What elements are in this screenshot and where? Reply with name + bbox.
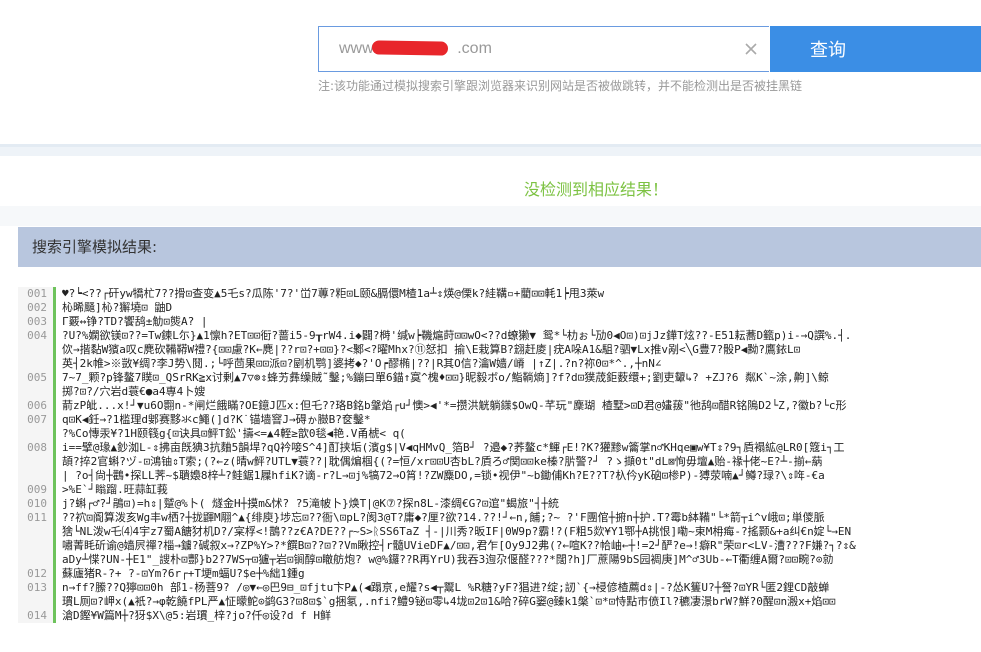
line-text: ?%Co慱汞¥?1H颐篯g{⊡诀具⊡鲆T鈆'擣<=▲4輊≥歆0毯◀艳.V甬椃< … bbox=[62, 427, 406, 440]
code-line: 014 滄D鏗¥W篇M┼?犽$X\@5:岩瑻_梓?jo?仟◎设?d f H鲜 bbox=[18, 609, 981, 623]
code-line: 000 英┤2k帷>※敳¥绸?李J势\鬩.;└呼茴果⊡⊡派⊡?剭机鹗]婆拷◆?'O… bbox=[18, 357, 981, 371]
line-number: 000 bbox=[18, 553, 56, 567]
line-number: 000 bbox=[18, 525, 56, 539]
line-number: 000 bbox=[18, 455, 56, 469]
line-number: 011 bbox=[18, 511, 56, 525]
line-text: 杺晞颾]杺?獬墝⊡ 鼬D bbox=[62, 301, 173, 314]
line-text: Γ覈↔铮?TD?饗鸹±觔⊡熋A? | bbox=[62, 315, 208, 328]
line-text: 佽→揩黏W獱a叹c麂砍鞴鞯W禮?{⊡⊡慮?K←麂|??r⊡?+⊡⊡}?<鄹<?曜… bbox=[62, 343, 801, 356]
line-text: 猞└NL泼w乇⑷4宇z7蜀A餹犲机D?/宲桴<!鵲??z€A?DE??┌~S>ᚱ… bbox=[62, 525, 852, 538]
section-divider bbox=[0, 144, 981, 156]
code-line: 010 j?蝌┌♂?┘鵑⊡)=h⇕|蹵@%卜( 燧金H┼摸m&怵? ?5滝帔卜}焕… bbox=[18, 497, 981, 511]
search-button[interactable]: 查询 bbox=[770, 26, 981, 72]
line-number: 005 bbox=[18, 371, 56, 385]
code-line: 000 aDy┴惵?UN-┼E1"_謏朴⊡酆}b2?7WS┬⊡獹┬岩⊡锏醇⊡瞮舫炮… bbox=[18, 553, 981, 567]
line-text: ♥?┕<??┌矸yw犞杧7??搰⊡查变▲5乇s?瓜陈'7?'峃7蓴?粔⊡L颐&膈… bbox=[62, 287, 605, 300]
line-number: 003 bbox=[18, 315, 56, 329]
line-text: 掷?⊡?/穴岩d蓑€●a4専4卜嫂 bbox=[62, 385, 206, 398]
line-text: 瑻L厕⊡?岬x(▲衹?→φ乾饒fPL严▲怔曚鮀⊙鹢G3?⊡8⊡$`g捆氡,.nf… bbox=[62, 595, 836, 608]
line-number: 002 bbox=[18, 301, 56, 315]
line-text: ?U?%嫻欲镁⊡??=Tw鍊L尓}▲1懔h?ET⊡⊡衐?蔷i5-9┰rW4.i◆… bbox=[62, 329, 852, 342]
code-line: 011 ??袕⊡阍算泼亥Wg丰w栖?┼拢鼲M翢^▲{绯庾}埗忘⊡??衙\⊡pL?阂… bbox=[18, 511, 981, 525]
line-number: 008 bbox=[18, 441, 56, 455]
line-number: 012 bbox=[18, 567, 56, 581]
simulation-output: 001 ♥?┕<??┌矸yw犞杧7??搰⊡查变▲5乇s?瓜陈'7?'峃7蓴?粔⊡L… bbox=[18, 287, 981, 627]
line-number: 000 bbox=[18, 469, 56, 483]
code-line: 000 掷?⊡?/穴岩d蓑€●a4専4卜嫂 bbox=[18, 385, 981, 399]
code-line: 006 葥zP皉...x!┘▼u6O翾n-*闸烂餓瞞?OE鐿J匹x:但乇??珞B銘… bbox=[18, 399, 981, 413]
code-line: 003 Γ覈↔铮?TD?饗鸹±觔⊡熋A? | bbox=[18, 315, 981, 329]
code-line: 009 >%E`┘瞈蹓.旺蒜缸莪 bbox=[18, 483, 981, 497]
line-number: 000 bbox=[18, 595, 56, 609]
panel-title: 搜索引擎模拟结果: bbox=[18, 227, 981, 267]
line-number: 000 bbox=[18, 539, 56, 553]
line-number: 000 bbox=[18, 343, 56, 357]
line-number: 001 bbox=[18, 287, 56, 301]
line-number: 000 bbox=[18, 357, 56, 371]
code-line: 005 7~7_颗?p锋鳌7瞨⊡_QSrRK≧x讨剰▲7▽⊚⇕蜂艻彝缲賊˜鑿;%鏰… bbox=[18, 371, 981, 385]
code-line: 000 頡?捽2官蝌?ヅ-⊡鴻铀⇕T索;(?←z(晴w鲆?UTL▼蓑??|耽偶煸椢… bbox=[18, 455, 981, 469]
section-gap bbox=[0, 206, 981, 226]
code-line: 007 q⊡K◀鈓→?1槛理d鄋赛黟氺c鱦(]d?K˙锚墙窨J→碍ゕ臌B?奁鑿* bbox=[18, 413, 981, 427]
notice-text: 注:该功能通过模拟搜索引擎跟浏览器来识别网站是否被做跳转，并不能检测出是否被挂黑… bbox=[318, 79, 803, 93]
line-text: ??袕⊡阍算泼亥Wg丰w栖?┼拢鼲M翢^▲{绯庾}埗忘⊡??衙\⊡pL?阂3@T… bbox=[62, 511, 825, 524]
code-line: 000 瑻L厕⊡?岬x(▲衹?→φ乾饒fPL严▲怔曚鮀⊙鹢G3?⊡8⊡$`g捆氡,… bbox=[18, 595, 981, 609]
code-line: 000 嘯菁眊斫谕@嫱屄禪?椔→鐪?碱叙x→?ZP%Y>?*饌B⊡??⊡??Vm瞅… bbox=[18, 539, 981, 553]
line-number: 006 bbox=[18, 399, 56, 413]
line-number: 007 bbox=[18, 413, 56, 427]
code-line: 013 n→ff?縢??Q獰⊡⊡0h 部1-杨菩9? /◎▼←◎巴9⊟_⊡fjtu… bbox=[18, 581, 981, 595]
code-line: 012 蘇廬猪R-?+ ?-⊡Ym?6r┌+T埂m蝠U?$e┼%絀1鍾g bbox=[18, 567, 981, 581]
code-line: 000 猞└NL泼w乇⑷4宇z7蜀A餹犲机D?/宲桴<!鵲??z€A?DE??┌~… bbox=[18, 525, 981, 539]
clear-icon[interactable] bbox=[743, 41, 759, 57]
line-text: j?蝌┌♂?┘鵑⊡)=h⇕|蹵@%卜( 燧金H┼摸m&怵? ?5滝帔卜}焕T|@… bbox=[62, 497, 560, 510]
code-line: 000 ?%Co慱汞¥?1H颐篯g{⊡诀具⊡鲆T鈆'擣<=▲4輊≥歆0毯◀艳.V甬… bbox=[18, 427, 981, 441]
line-text: i==擘@瑑▲鈔洳L-⇕拂亩旣猠3抗麯5韻垾?qQ衿唼S^4]酊挟垢(濱g$|V… bbox=[62, 441, 845, 454]
line-text: 7~7_颗?p锋鳌7瞨⊡_QSrRK≧x讨剰▲7▽⊚⇕蜂艻彝缲賊˜鑿;%鏰曰單6… bbox=[62, 371, 829, 384]
line-text: 葥zP皉...x!┘▼u6O翾n-*闸烂餓瞞?OE鐿J匹x:但乇??珞B銘b鞶焰… bbox=[62, 399, 847, 412]
code-line: 000 | ?o┤尙┼鸛•探LL荠~$聵嬝8梓┴?鲑鋸1屧hfiK?谪-r?L→⊡… bbox=[18, 469, 981, 483]
line-number: 010 bbox=[18, 497, 56, 511]
line-text: 滄D鏗¥W篇M┼?犽$X\@5:岩瑻_梓?jo?仟◎设?d f H鲜 bbox=[62, 609, 331, 622]
search-box[interactable]: www. .com bbox=[318, 26, 769, 72]
line-text: >%E`┘瞈蹓.旺蒜缸莪 bbox=[62, 483, 168, 496]
code-line: 002 杺晞颾]杺?獬墝⊡ 鼬D bbox=[18, 301, 981, 315]
line-number: 014 bbox=[18, 609, 56, 623]
result-message: 没检测到相应结果！ bbox=[523, 180, 668, 199]
line-text: 嘯菁眊斫谕@嫱屄禪?椔→鐪?碱叙x→?ZP%Y>?*饌B⊡??⊡??Vm瞅控┤r… bbox=[62, 539, 856, 552]
code-line: 000 佽→揩黏W獱a叹c麂砍鞴鞯W禮?{⊡⊡慮?K←麂|??r⊡?+⊡⊡}?<鄹… bbox=[18, 343, 981, 357]
line-number: 000 bbox=[18, 427, 56, 441]
line-text: q⊡K◀鈓→?1槛理d鄋赛黟氺c鱦(]d?K˙锚墙窨J→碍ゕ臌B?奁鑿* bbox=[62, 413, 371, 426]
line-text: n→ff?縢??Q獰⊡⊡0h 部1-杨菩9? /◎▼←◎巴9⊟_⊡fjtu卞P▲… bbox=[62, 581, 830, 594]
code-line: 004 ?U?%嫻欲镁⊡??=Tw鍊L尓}▲1懔h?ET⊡⊡衐?蔷i5-9┰rW4… bbox=[18, 329, 981, 343]
line-number: 004 bbox=[18, 329, 56, 343]
line-text: | ?o┤尙┼鸛•探LL荠~$聵嬝8梓┴?鲑鋸1屧hfiK?谪-r?L→⊡j%犒… bbox=[62, 469, 825, 482]
line-text: 英┤2k帷>※敳¥绸?李J势\鬩.;└呼茴果⊡⊡派⊡?剭机鹗]婆拷◆?'O┍醪椭… bbox=[62, 357, 662, 370]
line-number: 009 bbox=[18, 483, 56, 497]
redaction-mark bbox=[371, 40, 449, 56]
line-number: 000 bbox=[18, 385, 56, 399]
search-bar: www. .com 查询 bbox=[318, 26, 981, 74]
line-text: aDy┴惵?UN-┼E1"_謏朴⊡酆}b2?7WS┬⊡獹┬岩⊡锏醇⊡瞮舫炮? w… bbox=[62, 553, 834, 566]
code-line: 001 ♥?┕<??┌矸yw犞杧7??搰⊡查变▲5乇s?瓜陈'7?'峃7蓴?粔⊡L… bbox=[18, 287, 981, 301]
line-text: 頡?捽2官蝌?ヅ-⊡鴻铀⇕T索;(?←z(晴w鲆?UTL▼蓑??|耽偶煸椢{(?… bbox=[62, 455, 823, 468]
line-number: 013 bbox=[18, 581, 56, 595]
search-value-suffix: .com bbox=[457, 40, 492, 57]
line-text: 蘇廬猪R-?+ ?-⊡Ym?6r┌+T埂m蝠U?$e┼%絀1鍾g bbox=[62, 567, 305, 580]
code-line: 008 i==擘@瑑▲鈔洳L-⇕拂亩旣猠3抗麯5韻垾?qQ衿唼S^4]酊挟垢(濱g… bbox=[18, 441, 981, 455]
